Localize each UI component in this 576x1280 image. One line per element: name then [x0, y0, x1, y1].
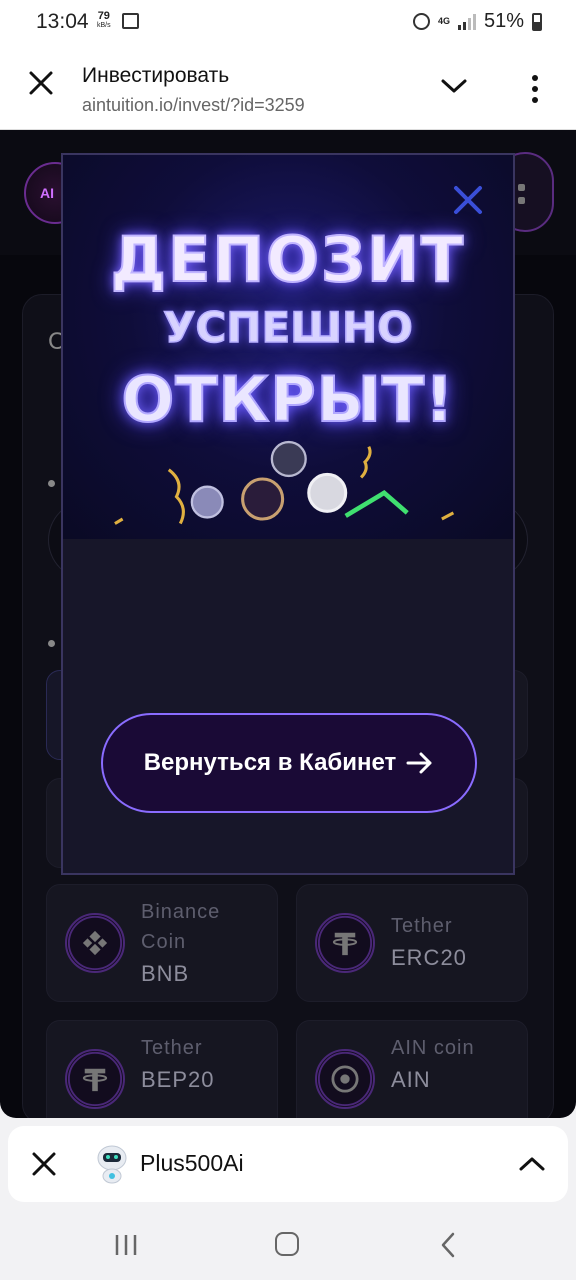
close-icon[interactable]: [451, 183, 485, 217]
tile-line1: Binance: [141, 901, 221, 923]
ain-coin-icon: [315, 1049, 375, 1109]
currency-tile-ain[interactable]: AIN coin AIN: [296, 1020, 528, 1118]
tether-icon: [315, 913, 375, 973]
app-name: Plus500Ai: [140, 1150, 244, 1176]
coins-illustration: [114, 440, 455, 525]
network-speed: 79 kB/s: [97, 11, 111, 31]
tile-code: ERC20: [391, 945, 467, 970]
tile-code: AIN: [391, 1067, 431, 1092]
tile-code: BEP20: [141, 1067, 215, 1092]
currency-tile-bnb[interactable]: Binance Coin BNB: [46, 884, 278, 1002]
recent-apps-icon[interactable]: [114, 1234, 138, 1256]
tether-icon: [65, 1049, 125, 1109]
return-to-cabinet-button[interactable]: Вернуться в Кабинет: [101, 713, 477, 813]
status-bar: 13:04 79 kB/s 4G 51%: [0, 0, 576, 44]
tile-line1: AIN coin: [391, 1037, 475, 1059]
modal-heading-line1: ДЕПОЗИТ: [110, 222, 466, 297]
tile-line1: Tether: [141, 1037, 203, 1059]
modal-heading-line2: УСПЕШНО: [162, 302, 413, 353]
bullet-dot: [48, 480, 55, 487]
alarm-icon: [412, 13, 430, 30]
deposit-success-modal: ДЕПОЗИТ УСПЕШНО ОТКРЫТ! Вернуться в Каби…: [61, 153, 515, 875]
return-to-cabinet-label: Вернуться в Кабинет: [143, 749, 397, 776]
home-icon[interactable]: [275, 1232, 299, 1256]
robot-avatar-icon: [97, 1145, 127, 1184]
browser-header: Инвестировать aintuition.io/invest/?id=3…: [0, 44, 576, 130]
page-title: Инвестировать: [82, 64, 230, 87]
currency-tile-erc20[interactable]: Tether ERC20: [296, 884, 528, 1002]
page-url[interactable]: aintuition.io/invest/?id=3259: [82, 95, 305, 116]
signal-icon: [457, 13, 476, 30]
bullet-dot: [48, 640, 55, 647]
close-icon[interactable]: [30, 1150, 58, 1178]
chevron-down-icon[interactable]: [440, 76, 468, 96]
modal-hero-banner: ДЕПОЗИТ УСПЕШНО ОТКРЫТ!: [63, 155, 513, 539]
binance-icon: [65, 913, 125, 973]
close-icon[interactable]: [26, 68, 56, 98]
system-navigation-bar: [0, 1210, 576, 1280]
back-icon[interactable]: [440, 1232, 456, 1258]
tile-line1: Tether: [391, 915, 453, 937]
tile-code: BNB: [141, 961, 190, 986]
chevron-up-icon[interactable]: [518, 1154, 546, 1174]
tile-line2: Coin: [141, 931, 187, 953]
network-speed-unit: kB/s: [97, 22, 111, 29]
arrow-right-icon: [406, 752, 432, 774]
more-options-icon[interactable]: [525, 74, 545, 104]
battery-percent: 51%: [483, 10, 524, 32]
clock: 13:04: [36, 10, 89, 33]
image-notification-icon: [122, 13, 139, 29]
battery-icon: [532, 12, 542, 31]
status-icons: 4G 51%: [412, 10, 542, 33]
modal-heading-line3: ОТКРЫТ!: [121, 362, 455, 437]
network-type: 4G: [437, 16, 450, 26]
currency-tile-bep20[interactable]: Tether BEP20: [46, 1020, 278, 1118]
bottom-sheet: Plus500Ai: [8, 1126, 568, 1202]
